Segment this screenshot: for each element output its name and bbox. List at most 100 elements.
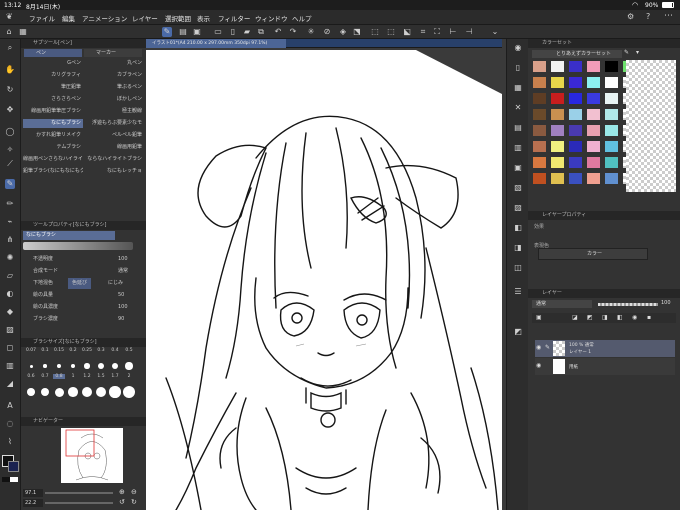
color-swatch[interactable] xyxy=(550,108,565,121)
text-tool-icon[interactable]: A xyxy=(5,401,15,411)
color-swatch[interactable] xyxy=(532,156,547,169)
drawing-canvas[interactable] xyxy=(146,48,502,510)
invert-icon[interactable]: ⬕ xyxy=(402,27,412,37)
tab-marker[interactable]: マーカー xyxy=(84,49,142,57)
color-set-dropdown[interactable]: とりあえずカラーセット xyxy=(532,50,622,58)
zoom-out-icon[interactable]: ⊖ xyxy=(131,488,137,496)
property-row[interactable]: にじみ 下地混色 色延び xyxy=(23,278,144,289)
item-bank-icon[interactable]: ▧ xyxy=(513,183,523,193)
color-swatch[interactable] xyxy=(604,172,619,185)
color-swatch[interactable] xyxy=(586,172,601,185)
brush-item[interactable]: ならなハイライトブラシ xyxy=(84,155,144,164)
color-swatch[interactable] xyxy=(568,108,583,121)
brush-item[interactable]: なにもレッチョ xyxy=(84,167,144,176)
clear-icon[interactable]: ⊘ xyxy=(322,27,332,37)
layer-row[interactable]: ◉ ✎ 100 % 通常 レイヤー 1 xyxy=(535,340,675,357)
magic-wand-icon[interactable]: ✧ xyxy=(5,145,15,155)
brush-size-preset[interactable]: 0.07 xyxy=(25,348,37,353)
deselect-icon[interactable]: ⬚ xyxy=(386,27,396,37)
tab-pen[interactable]: ペン xyxy=(24,49,82,57)
eraser-icon[interactable]: ▱ xyxy=(5,271,15,281)
color-swatch[interactable] xyxy=(550,76,565,89)
brush-item[interactable]: ぼかしペン xyxy=(84,95,144,104)
color-swatch[interactable] xyxy=(586,108,601,121)
property-row[interactable]: ブラシ濃度 90 xyxy=(23,314,144,325)
color-swatch[interactable] xyxy=(604,108,619,121)
copy-icon[interactable]: ⧉ xyxy=(256,27,266,37)
zoom-icon[interactable]: ⌕ xyxy=(5,43,15,53)
brush-size-preset[interactable]: 1.2 xyxy=(81,374,93,379)
new-file-icon[interactable]: ▭ xyxy=(213,27,223,37)
brush-size-preset[interactable]: 0.4 xyxy=(109,348,121,353)
color-swatch[interactable] xyxy=(550,124,565,137)
brush-item[interactable]: 筆圧鉛筆 xyxy=(23,83,83,92)
snap-icon[interactable]: ⊣ xyxy=(464,27,474,37)
brush-tool-icon[interactable]: ⌁ xyxy=(5,217,15,227)
brush-item[interactable]: かすれ鉛筆リメイク xyxy=(23,131,83,140)
layer-search-icon[interactable]: ▥ xyxy=(513,143,523,153)
settings-icon[interactable]: ⚙ xyxy=(627,12,634,21)
brush-size-preset[interactable]: 0.5 xyxy=(123,348,135,353)
gradient-icon[interactable]: ▨ xyxy=(5,325,15,335)
layer-row[interactable]: ◉ 用紙 xyxy=(535,358,675,375)
frame-icon[interactable]: ▥ xyxy=(5,361,15,371)
brush-item[interactable]: なにもブラシ xyxy=(23,119,83,128)
brush-size-preset[interactable]: 0.7 xyxy=(39,374,51,379)
color-set-icon[interactable]: ▦ xyxy=(513,83,523,93)
color-swatch[interactable] xyxy=(550,140,565,153)
color-swatch[interactable] xyxy=(586,76,601,89)
color-wheel-icon[interactable]: ◉ xyxy=(513,43,523,53)
animation-icon[interactable]: ▣ xyxy=(513,163,523,173)
quick-access-icon[interactable]: ▨ xyxy=(513,203,523,213)
color-swatch[interactable] xyxy=(604,92,619,105)
color-swatch[interactable] xyxy=(550,92,565,105)
opacity-slider[interactable] xyxy=(598,303,658,306)
brush-size-preset[interactable]: 0.15 xyxy=(53,348,65,353)
brush-size-preset[interactable]: 2 xyxy=(123,374,135,379)
color-swatch[interactable] xyxy=(532,172,547,185)
color-swatch[interactable] xyxy=(532,108,547,121)
effect-icon[interactable]: ◫ xyxy=(513,263,523,273)
color-swatch[interactable] xyxy=(568,92,583,105)
brush-size-preset[interactable]: 1.5 xyxy=(95,374,107,379)
color-swatch[interactable] xyxy=(532,124,547,137)
fit-icon[interactable]: ⛶ xyxy=(432,27,442,37)
menu-window[interactable]: ウィンドウ xyxy=(255,13,288,23)
hand-icon[interactable]: ✋ xyxy=(5,65,15,75)
menu-help[interactable]: ヘルプ xyxy=(292,13,312,23)
undo-icon[interactable]: ↶ xyxy=(273,27,283,37)
color-swatch[interactable] xyxy=(568,172,583,185)
eye-icon[interactable]: ◉ xyxy=(536,344,541,351)
history-icon[interactable]: ▤ xyxy=(513,123,523,133)
figure-icon[interactable]: ◻ xyxy=(5,343,15,353)
layer-clip-icon[interactable]: ◪ xyxy=(572,314,578,321)
layer-mask-icon[interactable]: ◨ xyxy=(602,314,608,321)
layer-color-icon[interactable]: ◉ xyxy=(632,314,637,321)
brush-item[interactable]: テムブラシ xyxy=(23,143,83,152)
color-swatch[interactable] xyxy=(604,140,619,153)
grid-icon[interactable]: ▦ xyxy=(18,27,28,37)
layout-icon[interactable]: ▤ xyxy=(178,27,188,37)
brush-item[interactable]: 鉛筆ブラシ(なにもなにもクラ… xyxy=(23,167,83,176)
transparent-color-toggle[interactable] xyxy=(2,477,18,482)
color-swatch[interactable] xyxy=(568,60,583,73)
redo-icon[interactable]: ↷ xyxy=(288,27,298,37)
zoom-in-icon[interactable]: ⊕ xyxy=(119,488,125,496)
select-all-icon[interactable]: ⬚ xyxy=(370,27,380,37)
undo-panel-icon[interactable]: ⌂ xyxy=(4,27,14,37)
menu-layer[interactable]: レイヤー xyxy=(132,13,158,23)
brush-size-preset[interactable]: 0.3 xyxy=(95,348,107,353)
layer-draft-icon[interactable]: ◧ xyxy=(617,314,623,321)
color-set-menu-icon[interactable]: ▾ xyxy=(636,49,639,56)
brush-item[interactable]: Gペン xyxy=(23,59,83,68)
open-file-icon[interactable]: ▯ xyxy=(228,27,238,37)
color-swatch[interactable] xyxy=(532,76,547,89)
ruler-icon[interactable]: ⊢ xyxy=(448,27,458,37)
property-row[interactable]: 絵の具濃度 100 xyxy=(23,302,144,313)
color-swatch[interactable] xyxy=(568,140,583,153)
opacity-value[interactable]: 100 xyxy=(661,300,671,306)
color-set-edit-icon[interactable]: ✎ xyxy=(624,49,629,56)
brush-item[interactable]: 極主観線 xyxy=(84,107,144,116)
pen-tool-icon[interactable]: ✎ xyxy=(5,179,15,189)
brush-item[interactable]: さらさらペン xyxy=(23,95,83,104)
